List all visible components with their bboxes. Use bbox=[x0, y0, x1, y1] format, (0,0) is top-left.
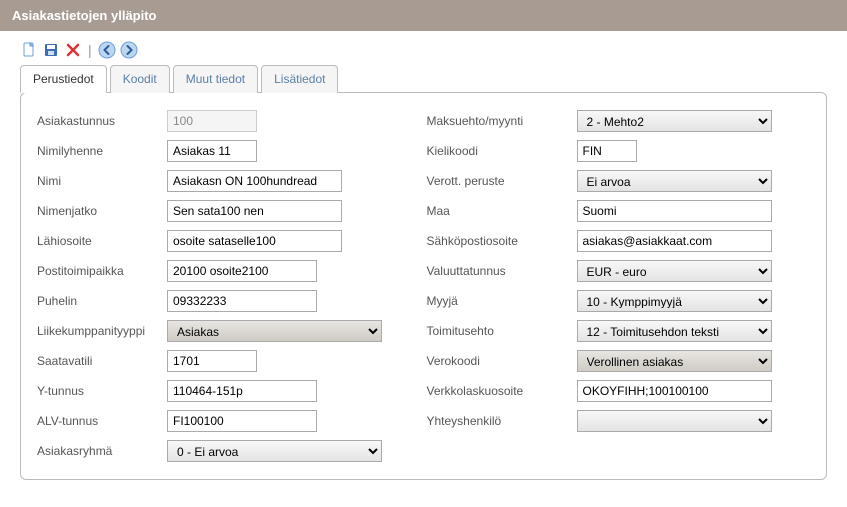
input-saatavatili[interactable] bbox=[167, 350, 257, 372]
prev-icon[interactable] bbox=[98, 41, 116, 59]
select-asiakasryhma[interactable]: 0 - Ei arvoa bbox=[167, 440, 382, 462]
select-verottperuste[interactable]: Ei arvoa bbox=[577, 170, 772, 192]
delete-icon[interactable] bbox=[64, 41, 82, 59]
tab-muut-tiedot[interactable]: Muut tiedot bbox=[173, 65, 258, 93]
window-title: Asiakastietojen ylläpito bbox=[0, 0, 847, 31]
save-icon[interactable] bbox=[42, 41, 60, 59]
toolbar-separator: | bbox=[88, 42, 92, 58]
label-verkkolasku: Verkkolaskuosoite bbox=[427, 384, 577, 398]
input-nimi[interactable] bbox=[167, 170, 342, 192]
tab-perustiedot[interactable]: Perustiedot bbox=[20, 65, 107, 93]
tab-koodit[interactable]: Koodit bbox=[110, 65, 170, 93]
label-toimitusehto: Toimitusehto bbox=[427, 324, 577, 338]
label-kielikoodi: Kielikoodi bbox=[427, 144, 577, 158]
tabs: Perustiedot Koodit Muut tiedot Lisätiedo… bbox=[0, 65, 847, 93]
select-valuutta[interactable]: EUR - euro bbox=[577, 260, 772, 282]
input-lahiosoite[interactable] bbox=[167, 230, 342, 252]
label-verokoodi: Verokoodi bbox=[427, 354, 577, 368]
input-postitoimipaikka[interactable] bbox=[167, 260, 317, 282]
label-lahiosoite: Lähiosoite bbox=[37, 234, 167, 248]
label-postitoimipaikka: Postitoimipaikka bbox=[37, 264, 167, 278]
left-column: Asiakastunnus Nimilyhenne Nimi Nimenjatk… bbox=[37, 109, 421, 469]
label-saatavatili: Saatavatili bbox=[37, 354, 167, 368]
input-sahkoposti[interactable] bbox=[577, 230, 772, 252]
next-icon[interactable] bbox=[120, 41, 138, 59]
label-liikekumppanityyppi: Liikekumppanityyppi bbox=[37, 324, 167, 338]
toolbar: | bbox=[0, 31, 847, 65]
input-puhelin[interactable] bbox=[167, 290, 317, 312]
label-verottperuste: Verott. peruste bbox=[427, 174, 577, 188]
form-panel: Asiakastunnus Nimilyhenne Nimi Nimenjatk… bbox=[20, 92, 827, 480]
label-maa: Maa bbox=[427, 204, 577, 218]
select-maksuehto[interactable]: 2 - Mehto2 bbox=[577, 110, 772, 132]
label-myyja: Myyjä bbox=[427, 294, 577, 308]
tab-lisatiedot[interactable]: Lisätiedot bbox=[261, 65, 338, 93]
new-document-icon[interactable] bbox=[20, 41, 38, 59]
select-yhteyshenkilo[interactable] bbox=[577, 410, 772, 432]
label-maksuehto: Maksuehto/myynti bbox=[427, 114, 577, 128]
label-nimenjatko: Nimenjatko bbox=[37, 204, 167, 218]
label-sahkoposti: Sähköpostiosoite bbox=[427, 234, 577, 248]
input-ytunnus[interactable] bbox=[167, 380, 317, 402]
label-nimi: Nimi bbox=[37, 174, 167, 188]
label-asiakastunnus: Asiakastunnus bbox=[37, 114, 167, 128]
input-nimilyhenne[interactable] bbox=[167, 140, 257, 162]
label-alvtunnus: ALV-tunnus bbox=[37, 414, 167, 428]
select-myyja[interactable]: 10 - Kymppimyyjä bbox=[577, 290, 772, 312]
label-nimilyhenne: Nimilyhenne bbox=[37, 144, 167, 158]
input-verkkolasku[interactable] bbox=[577, 380, 772, 402]
select-toimitusehto[interactable]: 12 - Toimitusehdon teksti bbox=[577, 320, 772, 342]
label-ytunnus: Y-tunnus bbox=[37, 384, 167, 398]
input-asiakastunnus bbox=[167, 110, 257, 132]
select-verokoodi[interactable]: Verollinen asiakas bbox=[577, 350, 772, 372]
label-asiakasryhma: Asiakasryhmä bbox=[37, 444, 167, 458]
label-puhelin: Puhelin bbox=[37, 294, 167, 308]
input-kielikoodi[interactable] bbox=[577, 140, 637, 162]
input-alvtunnus[interactable] bbox=[167, 410, 317, 432]
label-valuutta: Valuuttatunnus bbox=[427, 264, 577, 278]
input-maa[interactable] bbox=[577, 200, 772, 222]
select-liikekumppanityyppi[interactable]: Asiakas bbox=[167, 320, 382, 342]
input-nimenjatko[interactable] bbox=[167, 200, 342, 222]
label-yhteyshenkilo: Yhteyshenkilö bbox=[427, 414, 577, 428]
right-column: Maksuehto/myynti 2 - Mehto2 Kielikoodi V… bbox=[427, 109, 811, 469]
